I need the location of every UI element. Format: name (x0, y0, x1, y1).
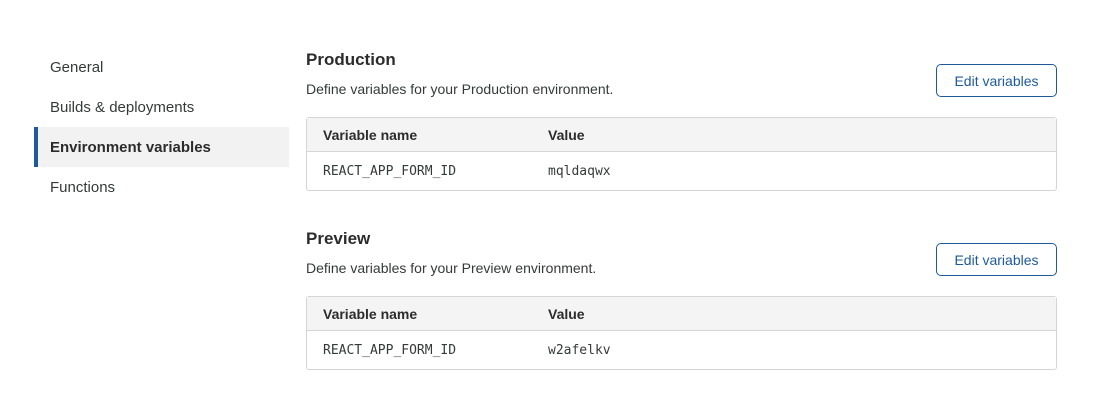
variable-name-cell: REACT_APP_FORM_ID (307, 331, 532, 370)
table-row: REACT_APP_FORM_ID mqldaqwx (307, 152, 1056, 191)
sidebar-item-general[interactable]: General (34, 47, 289, 87)
production-variables-table: Variable name Value REACT_APP_FORM_ID mq… (306, 117, 1057, 191)
table-header-row: Variable name Value (307, 118, 1056, 152)
sidebar-item-functions[interactable]: Functions (34, 167, 289, 207)
production-section: Production Define variables for your Pro… (306, 50, 1057, 191)
table-header-row: Variable name Value (307, 297, 1056, 331)
variable-value-cell: w2afelkv (532, 331, 1056, 370)
variable-name-cell: REACT_APP_FORM_ID (307, 152, 532, 191)
column-header-variable-name: Variable name (307, 297, 532, 331)
column-header-value: Value (532, 118, 1056, 152)
settings-sidebar: General Builds & deployments Environment… (34, 47, 289, 370)
variable-value-cell: mqldaqwx (532, 152, 1056, 191)
production-section-header: Production Define variables for your Pro… (306, 50, 1057, 97)
column-header-variable-name: Variable name (307, 118, 532, 152)
table-row: REACT_APP_FORM_ID w2afelkv (307, 331, 1056, 370)
preview-variables-table: Variable name Value REACT_APP_FORM_ID w2… (306, 296, 1057, 370)
preview-description: Define variables for your Preview enviro… (306, 260, 596, 276)
preview-header-text: Preview Define variables for your Previe… (306, 229, 596, 276)
preview-section: Preview Define variables for your Previe… (306, 229, 1057, 370)
preview-section-header: Preview Define variables for your Previe… (306, 229, 1057, 276)
production-description: Define variables for your Production env… (306, 81, 613, 97)
production-edit-variables-button[interactable]: Edit variables (936, 64, 1057, 97)
column-header-value: Value (532, 297, 1056, 331)
production-header-text: Production Define variables for your Pro… (306, 50, 613, 97)
sidebar-item-environment-variables[interactable]: Environment variables (34, 127, 289, 167)
preview-edit-variables-button[interactable]: Edit variables (936, 243, 1057, 276)
settings-page: General Builds & deployments Environment… (0, 0, 1100, 370)
preview-title: Preview (306, 229, 596, 249)
sidebar-item-builds-deployments[interactable]: Builds & deployments (34, 87, 289, 127)
production-title: Production (306, 50, 613, 70)
environment-variables-panel: Production Define variables for your Pro… (306, 47, 1057, 370)
